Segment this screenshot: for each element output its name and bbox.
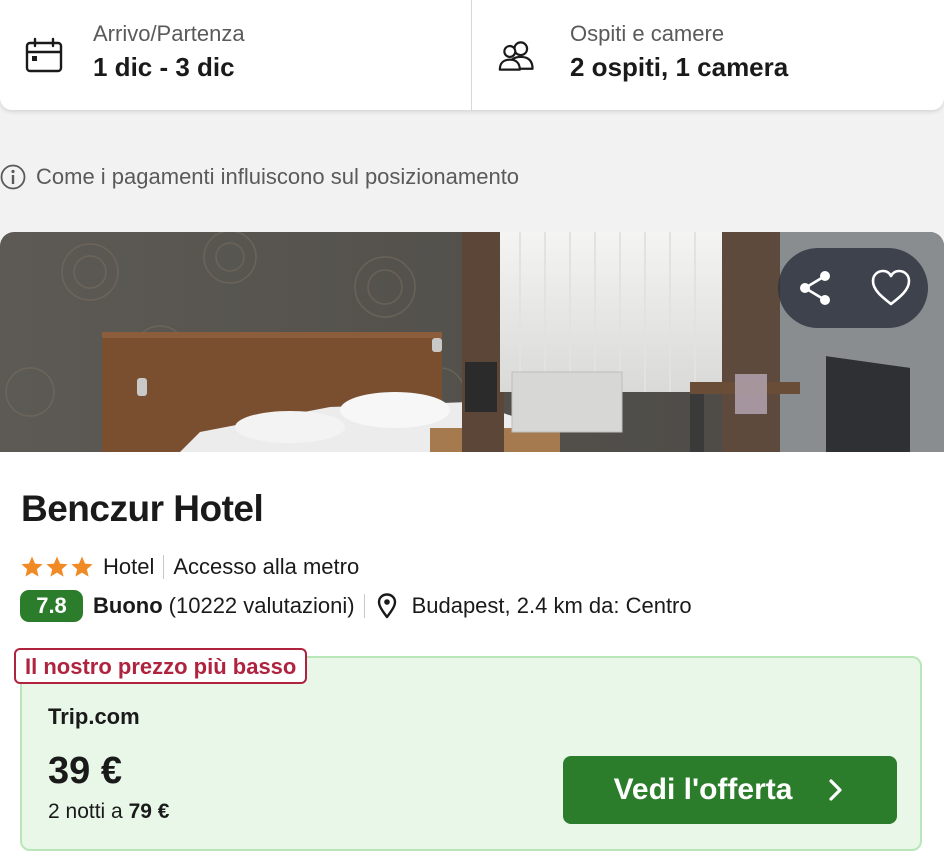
hotel-name[interactable]: Benczur Hotel <box>21 488 264 530</box>
search-summary-bar: Arrivo/Partenza 1 dic - 3 dic Ospiti e c… <box>0 0 944 110</box>
rating-score-badge: 7.8 <box>20 590 83 622</box>
share-icon <box>799 271 830 305</box>
rating-word: Buono <box>93 593 163 618</box>
view-deal-button[interactable]: Vedi l'offerta <box>563 756 897 824</box>
dates-value: 1 dic - 3 dic <box>93 52 235 82</box>
star-icon <box>21 556 43 577</box>
star-rating <box>20 555 95 579</box>
guests-selector[interactable]: Ospiti e camere 2 ospiti, 1 camera <box>472 0 944 110</box>
dates-selector[interactable]: Arrivo/Partenza 1 dic - 3 dic <box>0 0 472 110</box>
offer-price: 39 € <box>48 750 122 792</box>
hotel-photo[interactable] <box>0 232 944 452</box>
hotel-location[interactable]: Budapest, 2.4 km da: Centro <box>412 593 692 619</box>
people-icon <box>498 41 534 71</box>
offer-provider: Trip.com <box>48 704 140 729</box>
calendar-icon <box>25 37 63 73</box>
disclaimer-text: Come i pagamenti influiscono sul posizio… <box>36 164 520 189</box>
hotel-info-row: Hotel Accesso alla metro <box>20 552 359 582</box>
rating-location-row: 7.8 Buono (10222 valutazioni) Budapest, … <box>20 590 692 622</box>
favorite-button[interactable] <box>867 264 915 312</box>
nights-total: 79 € <box>128 800 170 823</box>
review-count[interactable]: (10222 valutazioni) <box>169 593 355 619</box>
divider <box>163 555 165 579</box>
guests-label: Ospiti e camere <box>570 21 725 46</box>
hotel-feature: Accesso alla metro <box>173 554 360 579</box>
payment-ranking-disclaimer[interactable]: Come i pagamenti influiscono sul posizio… <box>0 163 519 191</box>
heart-icon <box>871 269 910 306</box>
view-deal-label: Vedi l'offerta <box>613 773 793 806</box>
nights-prefix: 2 notti a <box>48 800 129 823</box>
best-offer-box[interactable]: Trip.com 39 € 2 notti a 79 € Vedi l'offe… <box>20 656 922 851</box>
star-icon <box>46 556 68 577</box>
photo-actions <box>778 248 928 328</box>
chevron-right-icon <box>829 779 843 801</box>
hotel-card[interactable]: Benczur Hotel Hotel Accesso alla metro 7… <box>0 232 944 864</box>
total-price-note: 2 notti a 79 € <box>48 800 169 824</box>
info-icon <box>0 164 26 190</box>
guests-value: 2 ospiti, 1 camera <box>570 52 789 82</box>
location-pin-icon <box>377 593 396 619</box>
star-icon <box>71 556 93 577</box>
dates-label: Arrivo/Partenza <box>93 21 245 46</box>
accommodation-type: Hotel <box>103 554 155 579</box>
divider <box>363 594 365 618</box>
lowest-price-badge: Il nostro prezzo più basso <box>14 648 308 684</box>
share-button[interactable] <box>792 264 840 312</box>
